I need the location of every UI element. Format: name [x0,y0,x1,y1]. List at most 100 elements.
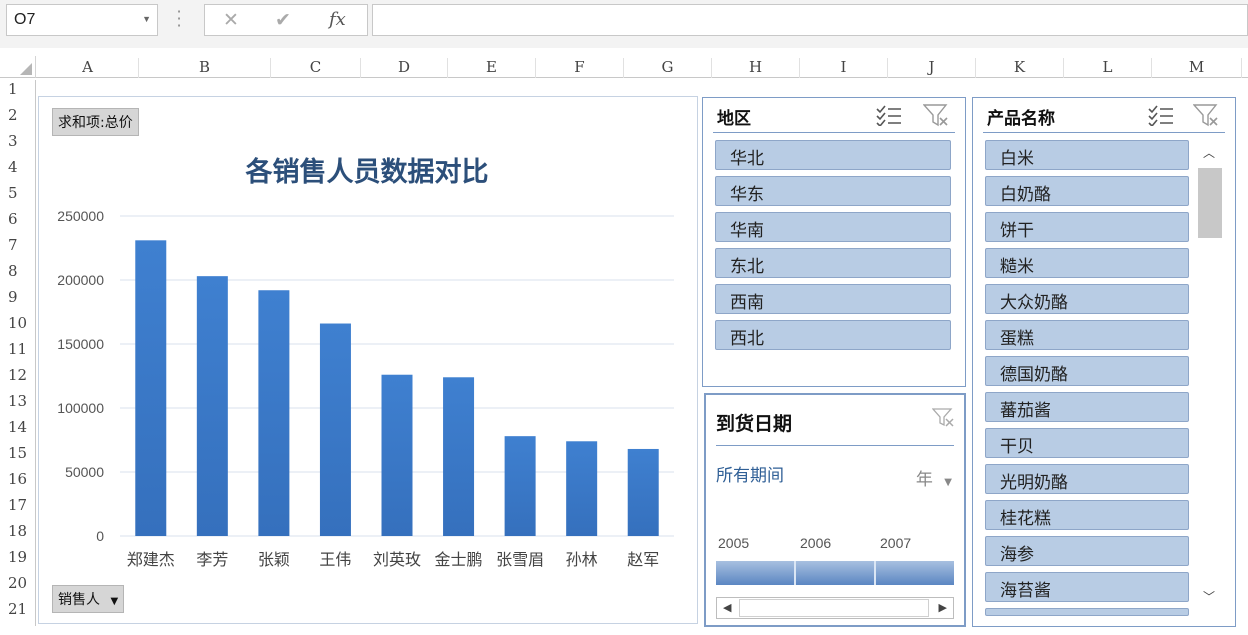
chevron-down-icon[interactable]: ▼ [142,14,151,24]
slicer-item[interactable]: 白米 [985,140,1189,170]
timeline-title: 到货日期 [716,413,793,435]
confirm-icon[interactable]: ✔ [275,9,291,31]
row-header-19[interactable]: 19 [0,548,36,574]
row-header-4[interactable]: 4 [0,158,36,184]
row-header-18[interactable]: 18 [0,522,36,548]
column-header-d[interactable]: D [361,58,448,78]
row-header-6[interactable]: 6 [0,210,36,236]
slicer-item[interactable]: 海参 [985,536,1189,566]
name-box[interactable]: O7 ▼ [6,4,158,36]
row-header-20[interactable]: 20 [0,574,36,600]
row-header-7[interactable]: 7 [0,236,36,262]
chevron-up-icon[interactable]: ︿ [1203,144,1215,161]
column-header-c[interactable]: C [271,58,361,78]
cancel-icon[interactable]: ✕ [223,9,239,31]
bar-孙林[interactable] [566,441,598,536]
multi-select-icon[interactable] [875,104,903,126]
column-header-e[interactable]: E [448,58,536,78]
column-header-h[interactable]: H [712,58,800,78]
slicer-item[interactable]: 蛋糕 [985,320,1189,350]
clear-filter-icon[interactable] [923,103,951,129]
timeline-segment[interactable] [876,561,954,585]
row-header-8[interactable]: 8 [0,262,36,288]
slicer-item[interactable]: 糙米 [985,248,1189,278]
axis-field-button[interactable]: 销售人 ▼ [52,585,125,613]
column-header-f[interactable]: F [536,58,624,78]
scroll-thumb[interactable] [1198,168,1222,238]
slicer-item[interactable]: 蕃茄酱 [985,392,1189,422]
row-header-17[interactable]: 17 [0,496,36,522]
row-header-14[interactable]: 14 [0,418,36,444]
bar-李芳[interactable] [196,276,228,536]
slicer-item[interactable]: 华南 [715,212,951,242]
slicer-item[interactable]: 白奶酪 [985,176,1189,206]
row-header-2[interactable]: 2 [0,106,36,132]
row-header-1[interactable]: 1 [0,80,36,106]
row-header-12[interactable]: 12 [0,366,36,392]
timeline-scrollbar[interactable]: ◀ ▶ [716,597,954,619]
bar-王伟[interactable] [319,323,351,536]
row-header-16[interactable]: 16 [0,470,36,496]
slicer-item[interactable]: 西北 [715,320,951,350]
column-header-i[interactable]: I [800,58,888,78]
row-header-13[interactable]: 13 [0,392,36,418]
formula-input[interactable] [372,4,1248,36]
timeline-bar[interactable] [716,561,954,585]
timeline-level-label: 年 [915,470,933,490]
row-header-5[interactable]: 5 [0,184,36,210]
slicer-item[interactable]: 德国奶酪 [985,356,1189,386]
scroll-right-icon[interactable]: ▶ [939,601,947,614]
select-all-corner[interactable] [0,56,36,78]
timeline-segment[interactable] [796,561,876,585]
timeline-segment[interactable] [716,561,796,585]
slicer-item[interactable]: 光明奶酪 [985,464,1189,494]
column-header-g[interactable]: G [624,58,712,78]
scroll-thumb[interactable] [739,599,929,617]
slicer-item[interactable]: 华东 [715,176,951,206]
timeline-level-dropdown[interactable]: 年 ▼ [916,465,952,490]
column-header-j[interactable]: J [888,58,976,78]
slicer-item[interactable]: 桂花糕 [985,500,1189,530]
row-header-11[interactable]: 11 [0,340,36,366]
multi-select-icon[interactable] [1147,104,1175,126]
value-field-button[interactable]: 求和项:总价 [52,108,139,136]
slicer-item[interactable]: 西南 [715,284,951,314]
column-header-k[interactable]: K [976,58,1064,78]
bar-张颖[interactable] [258,290,290,536]
column-header-b[interactable]: B [139,58,271,78]
slicer-scrollbar[interactable]: ︿ ﹀ [1197,138,1222,610]
row-header-3[interactable]: 3 [0,132,36,158]
slicer-item[interactable]: 大众奶酪 [985,284,1189,314]
formula-buttons: ✕ ✔ fx [204,4,368,36]
slicer-title: 地区 [717,109,751,129]
more-vert-icon[interactable]: · · · [176,4,182,34]
slicer-item[interactable]: 华北 [715,140,951,170]
column-header-l[interactable]: L [1064,58,1152,78]
column-header-a[interactable]: A [37,58,139,78]
clear-filter-icon[interactable] [1193,103,1221,129]
row-header-21[interactable]: 21 [0,600,36,626]
bar-金士鹏[interactable] [443,377,475,536]
chevron-down-icon[interactable]: ▼ [110,596,118,607]
slicer-item[interactable]: 东北 [715,248,951,278]
x-tick-label: 王伟 [319,550,351,569]
row-header-9[interactable]: 9 [0,288,36,314]
bar-chart-plot: 0 50000 100000 150000 200000 250000 郑建杰 李芳 张颖 王伟 刘… [57,208,674,569]
row-header-15[interactable]: 15 [0,444,36,470]
slicer-item[interactable]: 干贝 [985,428,1189,458]
insert-function-icon[interactable]: fx [329,9,346,30]
bar-张雪眉[interactable] [504,436,536,536]
column-header-m[interactable]: M [1152,58,1242,78]
chevron-down-icon[interactable]: ﹀ [1203,588,1215,605]
bar-刘英玫[interactable] [381,374,413,536]
bar-郑建杰[interactable] [135,240,167,536]
scroll-left-icon[interactable]: ◀ [723,601,731,614]
axis-field-label: 销售人 [58,592,100,608]
formula-bar: O7 ▼ · · · ✕ ✔ fx [0,0,1248,48]
slicer-item[interactable]: 饼干 [985,212,1189,242]
clear-filter-icon[interactable] [932,407,958,431]
bar-赵军[interactable] [627,448,659,536]
slicer-item-partial[interactable] [985,608,1189,616]
row-header-10[interactable]: 10 [0,314,36,340]
slicer-item[interactable]: 海苔酱 [985,572,1189,602]
